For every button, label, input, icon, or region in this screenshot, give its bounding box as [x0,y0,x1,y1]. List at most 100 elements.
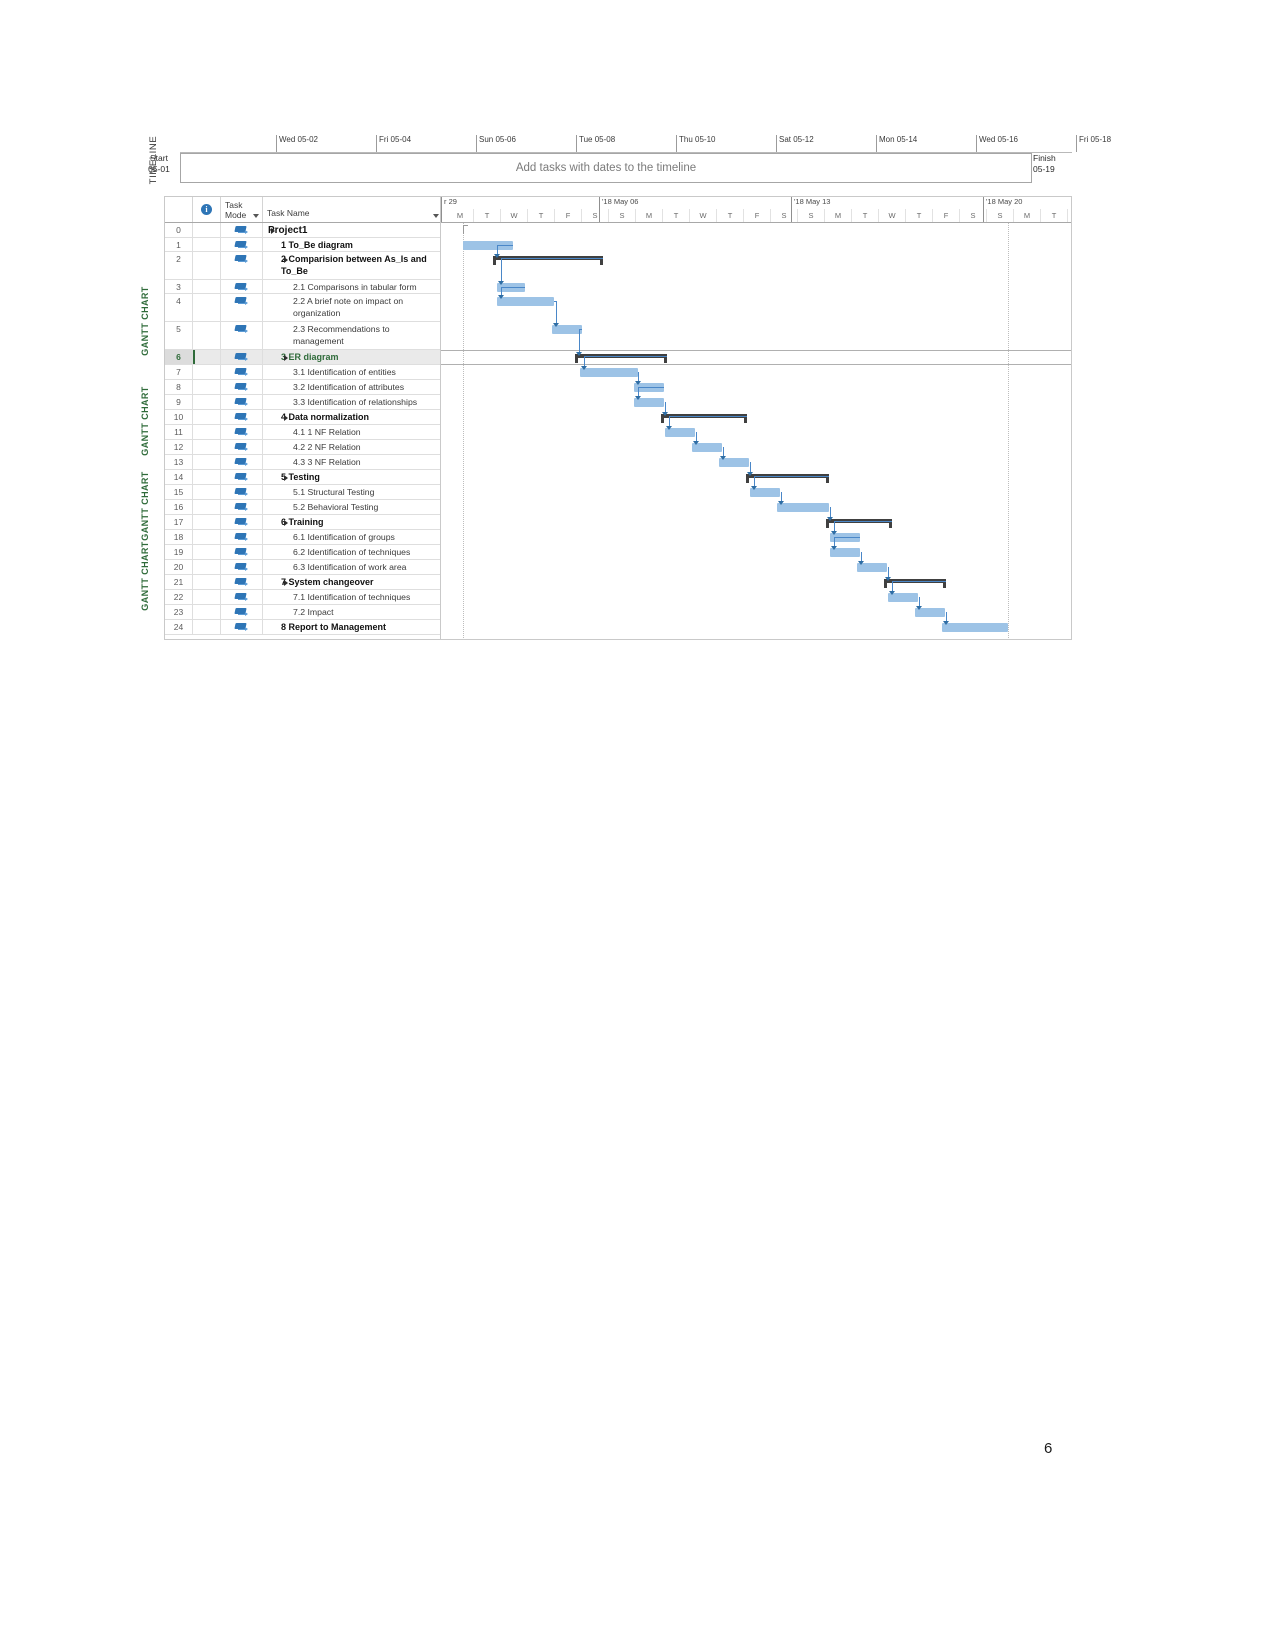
row-task-mode-cell[interactable] [221,350,263,364]
task-bar[interactable] [580,368,638,377]
row-task-mode-cell[interactable] [221,530,263,544]
table-row[interactable]: 13 4.3 3 NF Relation [165,455,440,470]
row-id[interactable]: 19 [165,545,193,559]
row-indicator-cell[interactable] [193,485,221,499]
row-task-name-cell[interactable]: 4 Data normalization [263,410,440,424]
timeline-drop-area[interactable]: Add tasks with dates to the timeline [180,153,1032,183]
column-header-indicator[interactable]: i [193,197,221,222]
row-task-name-cell[interactable]: 6.3 Identification of work area [263,560,440,574]
row-task-name-cell[interactable]: 6.2 Identification of techniques [263,545,440,559]
table-row[interactable]: 11 4.1 1 NF Relation [165,425,440,440]
row-id[interactable]: 22 [165,590,193,604]
gantt-row[interactable] [441,380,1071,395]
gantt-row[interactable] [441,530,1071,545]
row-id[interactable]: 17 [165,515,193,529]
expand-collapse-icon[interactable] [284,580,288,586]
row-id[interactable]: 7 [165,365,193,379]
row-indicator-cell[interactable] [193,530,221,544]
row-indicator-cell[interactable] [193,575,221,589]
table-row[interactable]: 14 5 Testing [165,470,440,485]
row-task-mode-cell[interactable] [221,410,263,424]
gantt-row[interactable] [441,605,1071,620]
row-id[interactable]: 6 [165,350,193,364]
row-task-mode-cell[interactable] [221,470,263,484]
row-indicator-cell[interactable] [193,455,221,469]
gantt-row[interactable] [441,590,1071,605]
column-header-id[interactable] [165,197,193,222]
row-task-mode-cell[interactable] [221,605,263,619]
expand-collapse-icon[interactable] [271,228,275,234]
table-row[interactable]: 5 2.3 Recommendations to management [165,322,440,350]
table-row[interactable]: 7 3.1 Identification of entities [165,365,440,380]
row-id[interactable]: 20 [165,560,193,574]
expand-collapse-icon[interactable] [284,520,288,526]
row-task-mode-cell[interactable] [221,620,263,634]
task-bar[interactable] [777,503,829,512]
row-indicator-cell[interactable] [193,280,221,293]
row-id[interactable]: 12 [165,440,193,454]
row-task-name-cell[interactable]: 7.2 Impact [263,605,440,619]
table-row[interactable]: 16 5.2 Behavioral Testing [165,500,440,515]
row-task-mode-cell[interactable] [221,238,263,251]
row-id[interactable]: 15 [165,485,193,499]
row-task-name-cell[interactable]: 6.1 Identification of groups [263,530,440,544]
table-row[interactable]: 10 4 Data normalization [165,410,440,425]
row-indicator-cell[interactable] [193,238,221,251]
row-task-mode-cell[interactable] [221,575,263,589]
row-task-mode-cell[interactable] [221,590,263,604]
row-task-name-cell[interactable]: 3 ER diagram [263,350,440,364]
table-row[interactable]: 18 6.1 Identification of groups [165,530,440,545]
column-header-task-name[interactable]: Task Name [263,197,442,222]
gantt-row[interactable] [441,455,1071,470]
gantt-row[interactable] [441,280,1071,294]
expand-collapse-icon[interactable] [284,355,288,361]
row-task-mode-cell[interactable] [221,440,263,454]
gantt-row[interactable] [441,365,1071,380]
row-task-name-cell[interactable]: 1 To_Be diagram [263,238,440,251]
row-indicator-cell[interactable] [193,425,221,439]
row-id[interactable]: 18 [165,530,193,544]
row-id[interactable]: 21 [165,575,193,589]
column-header-task-mode[interactable]: Task Mode [221,197,263,222]
table-row[interactable]: 0 Project1 [165,223,440,238]
row-task-mode-cell[interactable] [221,380,263,394]
row-id[interactable]: 5 [165,322,193,349]
row-indicator-cell[interactable] [193,605,221,619]
table-row[interactable]: 6 3 ER diagram [165,350,440,365]
row-indicator-cell[interactable] [193,380,221,394]
table-row[interactable]: 17 6 Training [165,515,440,530]
row-indicator-cell[interactable] [193,365,221,379]
table-row[interactable]: 22 7.1 Identification of techniques [165,590,440,605]
row-indicator-cell[interactable] [193,410,221,424]
table-row[interactable]: 8 3.2 Identification of attributes [165,380,440,395]
gantt-row[interactable] [441,500,1071,515]
table-row[interactable]: 12 4.2 2 NF Relation [165,440,440,455]
row-task-name-cell[interactable]: Project1 [263,223,440,237]
row-id[interactable]: 3 [165,280,193,293]
row-task-name-cell[interactable]: 3.3 Identification of relationships [263,395,440,409]
task-bar[interactable] [942,623,1008,632]
table-row[interactable]: 1 1 To_Be diagram [165,238,440,252]
row-id[interactable]: 13 [165,455,193,469]
row-indicator-cell[interactable] [193,620,221,634]
row-indicator-cell[interactable] [193,545,221,559]
gantt-row[interactable] [441,425,1071,440]
gantt-chart-body[interactable] [441,223,1071,639]
row-id[interactable]: 0 [165,223,193,237]
row-task-name-cell[interactable]: 2 Comparision between As_Is and To_Be [263,252,440,279]
row-id[interactable]: 1 [165,238,193,251]
row-task-mode-cell[interactable] [221,500,263,514]
row-task-name-cell[interactable]: 4.1 1 NF Relation [263,425,440,439]
gantt-row[interactable] [441,545,1071,560]
row-indicator-cell[interactable] [193,470,221,484]
row-task-name-cell[interactable]: 2.2 A brief note on impact on organizati… [263,294,440,321]
row-indicator-cell[interactable] [193,590,221,604]
expand-collapse-icon[interactable] [284,415,288,421]
row-task-mode-cell[interactable] [221,545,263,559]
chevron-down-icon[interactable] [433,214,439,218]
table-row[interactable]: 4 2.2 A brief note on impact on organizat… [165,294,440,322]
gantt-row[interactable] [441,560,1071,575]
expand-collapse-icon[interactable] [284,475,288,481]
table-row[interactable]: 2 2 Comparision between As_Is and To_Be [165,252,440,280]
row-indicator-cell[interactable] [193,395,221,409]
